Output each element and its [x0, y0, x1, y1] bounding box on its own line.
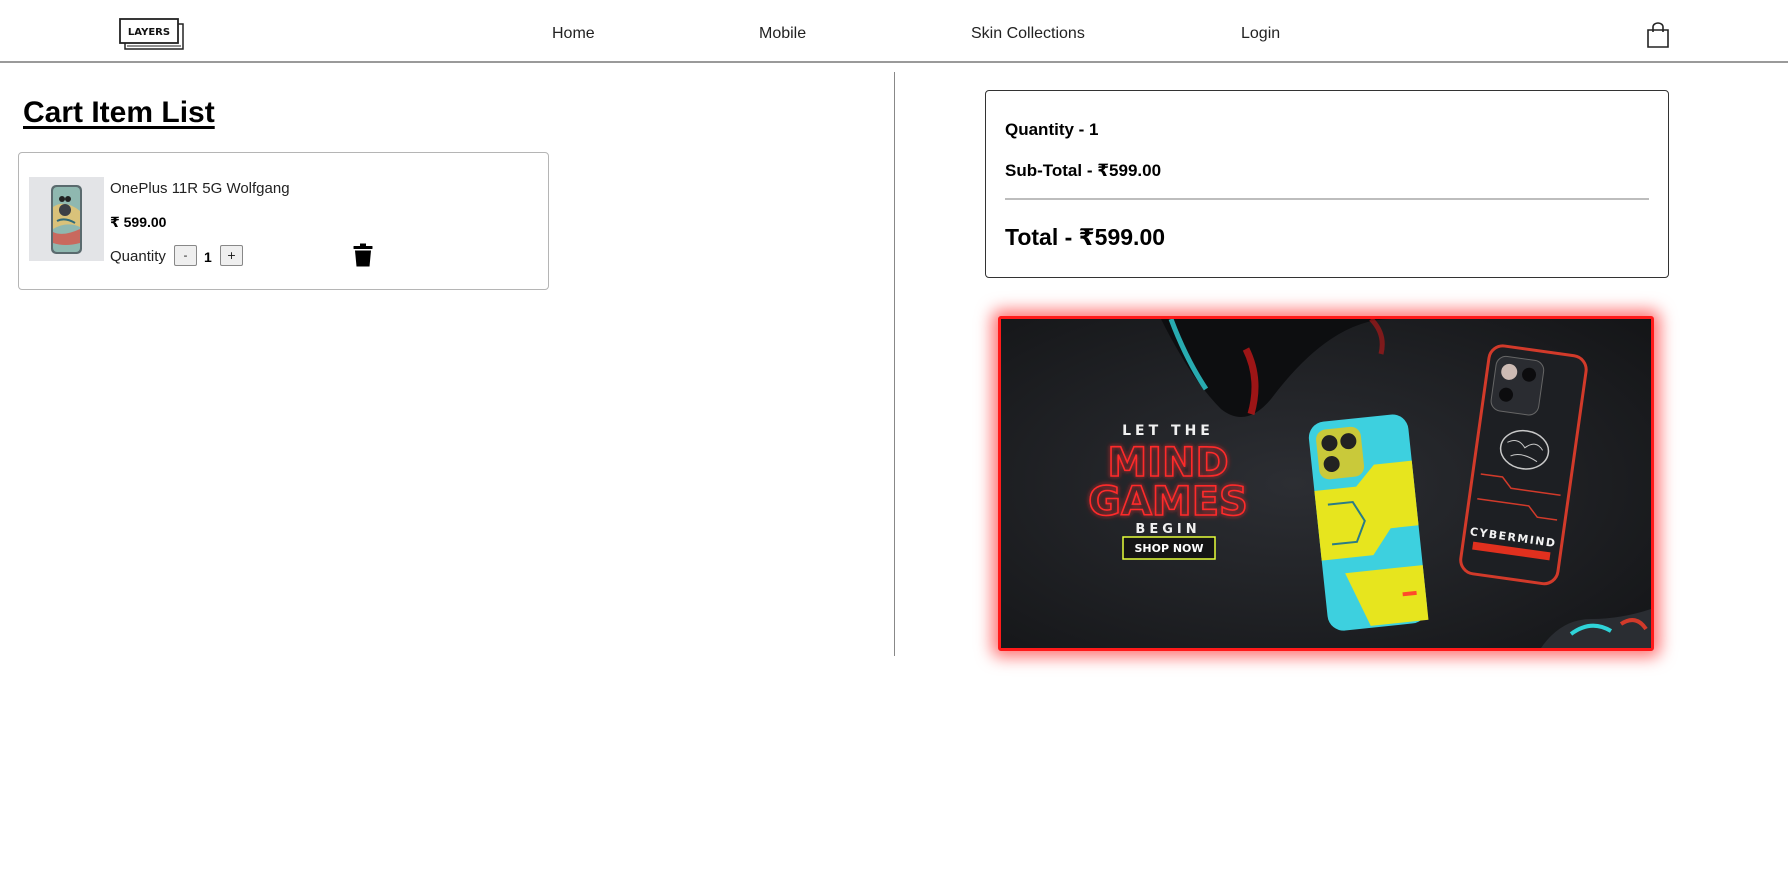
quantity-value: 1: [204, 249, 212, 265]
order-summary: Quantity - 1 Sub-Total - ₹599.00 Total -…: [985, 90, 1669, 278]
column-divider: [894, 72, 895, 656]
shopping-bag-icon[interactable]: [1646, 22, 1670, 48]
shop-now-label: SHOP NOW: [1134, 542, 1203, 555]
nav-mobile[interactable]: Mobile: [759, 25, 806, 43]
quantity-label: Quantity: [110, 248, 166, 265]
banner-line-begin: BEGIN: [1135, 522, 1200, 537]
cart-title: Cart Item List: [23, 96, 215, 129]
nav-home[interactable]: Home: [552, 25, 595, 43]
nav-skin-collections[interactable]: Skin Collections: [971, 25, 1085, 43]
banner-line-let-the: LET THE: [1122, 423, 1214, 439]
decrement-quantity-button[interactable]: -: [174, 245, 197, 266]
nav-login[interactable]: Login: [1241, 25, 1280, 43]
navbar: LAYERS Home Mobile Skin Collections Logi…: [0, 0, 1788, 63]
trash-icon[interactable]: [353, 243, 373, 267]
cart-item: OnePlus 11R 5G Wolfgang ₹ 599.00 Quantit…: [18, 152, 549, 290]
product-image[interactable]: [29, 177, 104, 261]
product-price: ₹ 599.00: [110, 214, 167, 230]
promo-banner[interactable]: LET THE MIND GAMES BEGIN SHOP NOW CYBERM…: [998, 316, 1654, 651]
summary-divider: [1005, 198, 1649, 200]
increment-quantity-button[interactable]: +: [220, 245, 243, 266]
layers-logo[interactable]: LAYERS: [119, 18, 185, 51]
logo-text: LAYERS: [128, 27, 170, 38]
summary-quantity: Quantity - 1: [1005, 120, 1099, 139]
product-name[interactable]: OnePlus 11R 5G Wolfgang: [110, 180, 290, 197]
banner-line-games: GAMES: [1088, 479, 1248, 525]
summary-subtotal: Sub-Total - ₹599.00: [1005, 161, 1162, 180]
summary-total: Total - ₹599.00: [1005, 224, 1166, 250]
